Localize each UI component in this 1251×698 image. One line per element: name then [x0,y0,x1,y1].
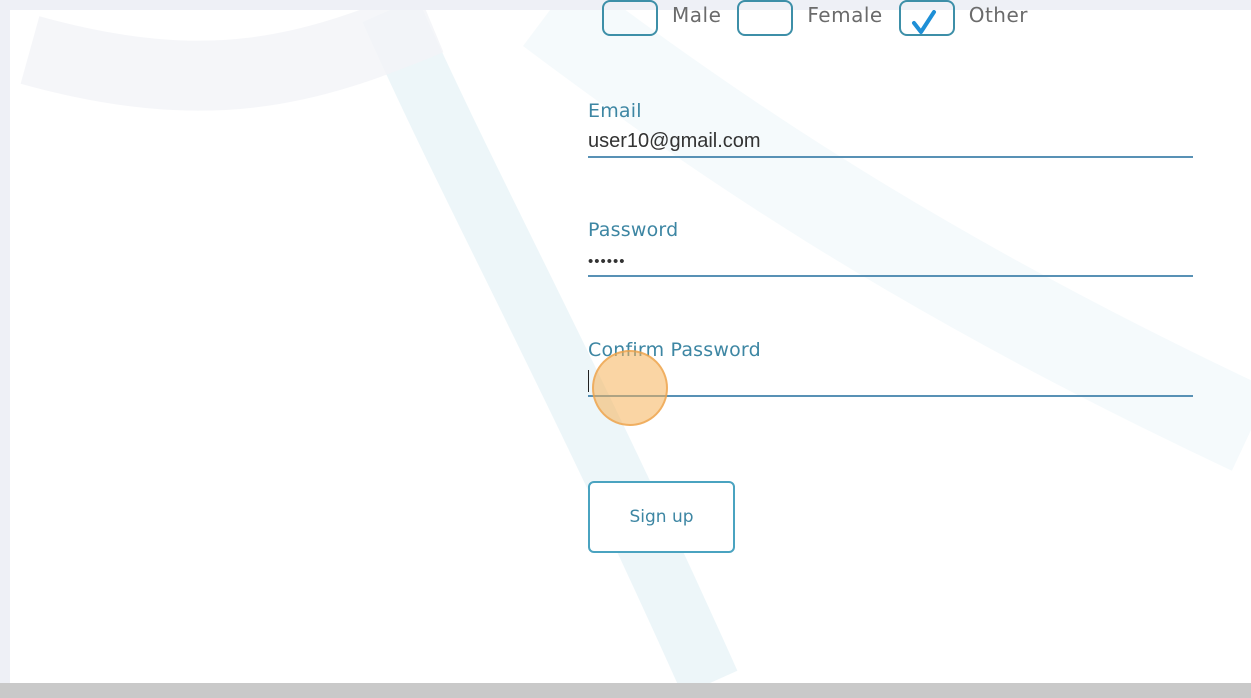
gender-other-label: Other [968,3,1028,27]
password-field-group: Password •••••• [588,219,1193,277]
text-cursor [588,370,589,392]
confirm-password-field-group: Confirm Password [588,339,1193,397]
footer-bar [0,683,1251,698]
password-field[interactable]: •••••• [588,247,1193,277]
confirm-password-field[interactable] [588,367,1193,397]
email-field-group: Email user10@gmail.com [588,100,1193,158]
gender-female-label: Female [807,3,883,27]
gender-male-label: Male [672,3,722,27]
gender-options: Male Female Other [602,0,1044,42]
password-label: Password [588,219,679,241]
confirm-password-label: Confirm Password [588,339,761,361]
gender-female-checkbox[interactable] [737,0,794,36]
click-indicator [592,350,668,426]
gender-other-checkbox[interactable] [898,0,955,36]
email-field[interactable]: user10@gmail.com [588,128,1193,158]
email-label: Email [588,100,642,122]
sign-up-button[interactable]: Sign up [588,481,735,553]
checkmark-icon [911,10,936,34]
gender-male-checkbox[interactable] [602,0,658,36]
